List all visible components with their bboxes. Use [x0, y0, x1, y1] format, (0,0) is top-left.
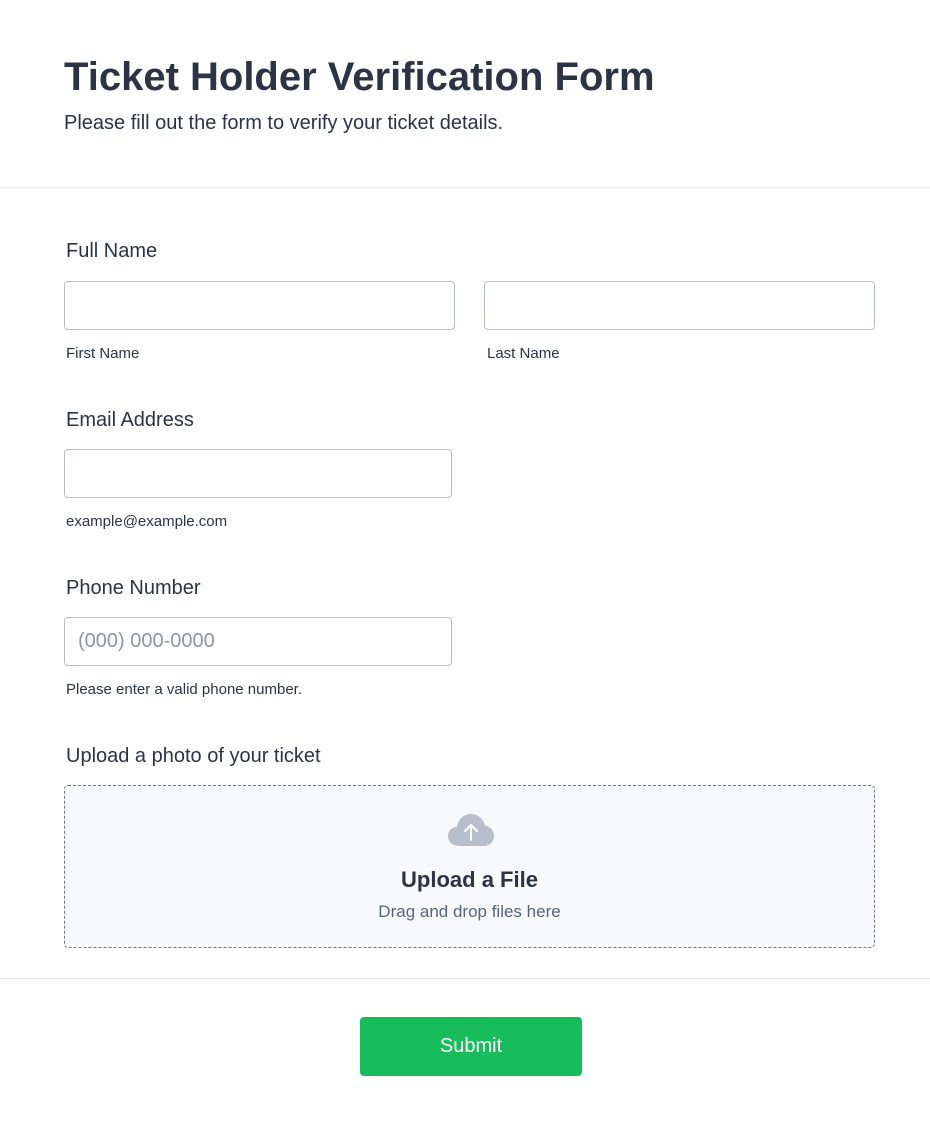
full-name-label: Full Name [66, 240, 158, 262]
upload-title: Upload a File [401, 867, 538, 892]
file-upload-dropzone[interactable]: Upload a File Drag and drop files here [64, 785, 875, 948]
form-header: Ticket Holder Verification Form Please f… [0, 0, 930, 188]
cloud-upload-icon [448, 814, 494, 846]
phone-label: Phone Number [66, 577, 201, 599]
footer-divider [0, 978, 930, 979]
form-title: Ticket Holder Verification Form [64, 55, 655, 99]
first-name-input[interactable] [64, 281, 455, 330]
submit-button[interactable]: Submit [360, 1017, 582, 1076]
email-input[interactable] [64, 449, 452, 498]
form-subtitle: Please fill out the form to verify your … [64, 112, 504, 134]
phone-input[interactable] [64, 617, 452, 666]
email-label: Email Address [66, 409, 194, 431]
last-name-input[interactable] [484, 281, 875, 330]
first-name-sublabel: First Name [66, 345, 140, 362]
last-name-sublabel: Last Name [487, 345, 560, 362]
form-page: Ticket Holder Verification Form Please f… [0, 0, 930, 1125]
phone-sublabel: Please enter a valid phone number. [66, 681, 302, 698]
upload-hint: Drag and drop files here [378, 902, 561, 921]
email-sublabel: example@example.com [66, 513, 228, 530]
upload-label: Upload a photo of your ticket [66, 745, 321, 767]
